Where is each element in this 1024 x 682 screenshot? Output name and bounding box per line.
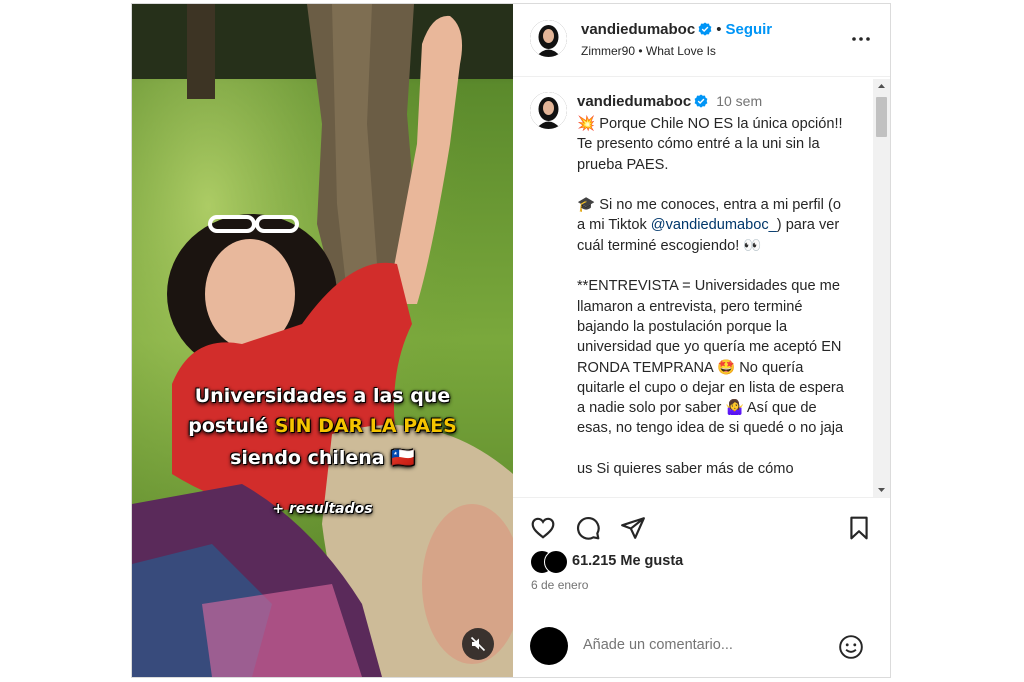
mention-link[interactable]: @vandiedumaboc_	[651, 217, 777, 233]
avatar	[544, 550, 568, 574]
video-caption-line: Universidades a las que	[194, 385, 451, 407]
scrollbar-thumb[interactable]	[876, 97, 887, 137]
username-link[interactable]: vandiedumaboc	[577, 93, 691, 110]
post-date: 6 de enero	[531, 578, 589, 592]
follow-button[interactable]: Seguir	[725, 21, 772, 38]
post-details-panel: vandiedumaboc • Seguir Zimmer90 • What Lov…	[513, 4, 890, 677]
video-frame-image	[132, 4, 513, 677]
video-caption-text: postulé	[188, 415, 275, 437]
share-icon[interactable]	[620, 515, 646, 541]
caption-paragraph: us Si quieres saber más de cómo	[577, 461, 794, 478]
action-bar	[513, 497, 890, 548]
video-caption-line: postulé SIN DAR LA PAES	[132, 415, 513, 437]
caption-header: vandiedumaboc 10 sem	[577, 93, 762, 110]
audio-info[interactable]: Zimmer90 • What Love Is	[581, 44, 716, 58]
audio-song: What Love Is	[645, 44, 716, 58]
avatar	[530, 627, 568, 665]
emoji-icon[interactable]	[838, 634, 864, 660]
verified-badge-icon	[694, 94, 708, 108]
post-header: vandiedumaboc • Seguir Zimmer90 • What Lov…	[513, 4, 890, 77]
comment-bar	[513, 607, 890, 677]
post-video[interactable]: Universidades a las que postulé SIN DAR …	[132, 4, 513, 677]
video-caption-line: + resultados	[272, 501, 373, 517]
more-options-icon[interactable]	[850, 30, 872, 48]
speaker-muted-icon	[470, 636, 486, 652]
header-user-row: vandiedumaboc • Seguir	[581, 21, 772, 38]
avatar[interactable]	[530, 92, 567, 129]
verified-badge-icon	[698, 22, 712, 36]
heart-icon[interactable]	[530, 515, 556, 541]
scroll-down-arrow-icon[interactable]	[873, 483, 890, 497]
username-link[interactable]: vandiedumaboc	[581, 21, 695, 38]
post-time[interactable]: 10 sem	[716, 93, 762, 109]
caption-text: 💥 Porque Chile NO ES la única opción!! T…	[577, 114, 847, 479]
caption-paragraph: 💥 Porque Chile NO ES la única opción!! T…	[577, 116, 847, 173]
bookmark-icon[interactable]	[846, 515, 872, 541]
instagram-post: Universidades a las que postulé SIN DAR …	[131, 3, 891, 678]
separator-dot: •	[716, 21, 722, 38]
caption-scroll-area[interactable]: vandiedumaboc 10 sem 💥 Porque Chile NO ES…	[513, 77, 890, 497]
avatar[interactable]	[530, 20, 567, 57]
mute-button[interactable]	[462, 628, 494, 660]
video-caption-highlight: SIN DAR LA PAES	[274, 415, 457, 437]
comment-input[interactable]	[581, 636, 825, 654]
audio-artist: Zimmer90	[581, 44, 636, 58]
likes-count[interactable]: 61.215 Me gusta	[572, 553, 683, 569]
profile-photo	[530, 92, 567, 129]
video-caption-line: siendo chilena 🇨🇱	[230, 447, 415, 469]
profile-photo	[530, 20, 567, 57]
caption-paragraph: **ENTREVISTA = Universidades que me llam…	[577, 278, 848, 437]
scroll-up-arrow-icon[interactable]	[873, 79, 890, 93]
comment-icon[interactable]	[575, 515, 601, 541]
caption-scrollbar[interactable]	[873, 79, 890, 497]
